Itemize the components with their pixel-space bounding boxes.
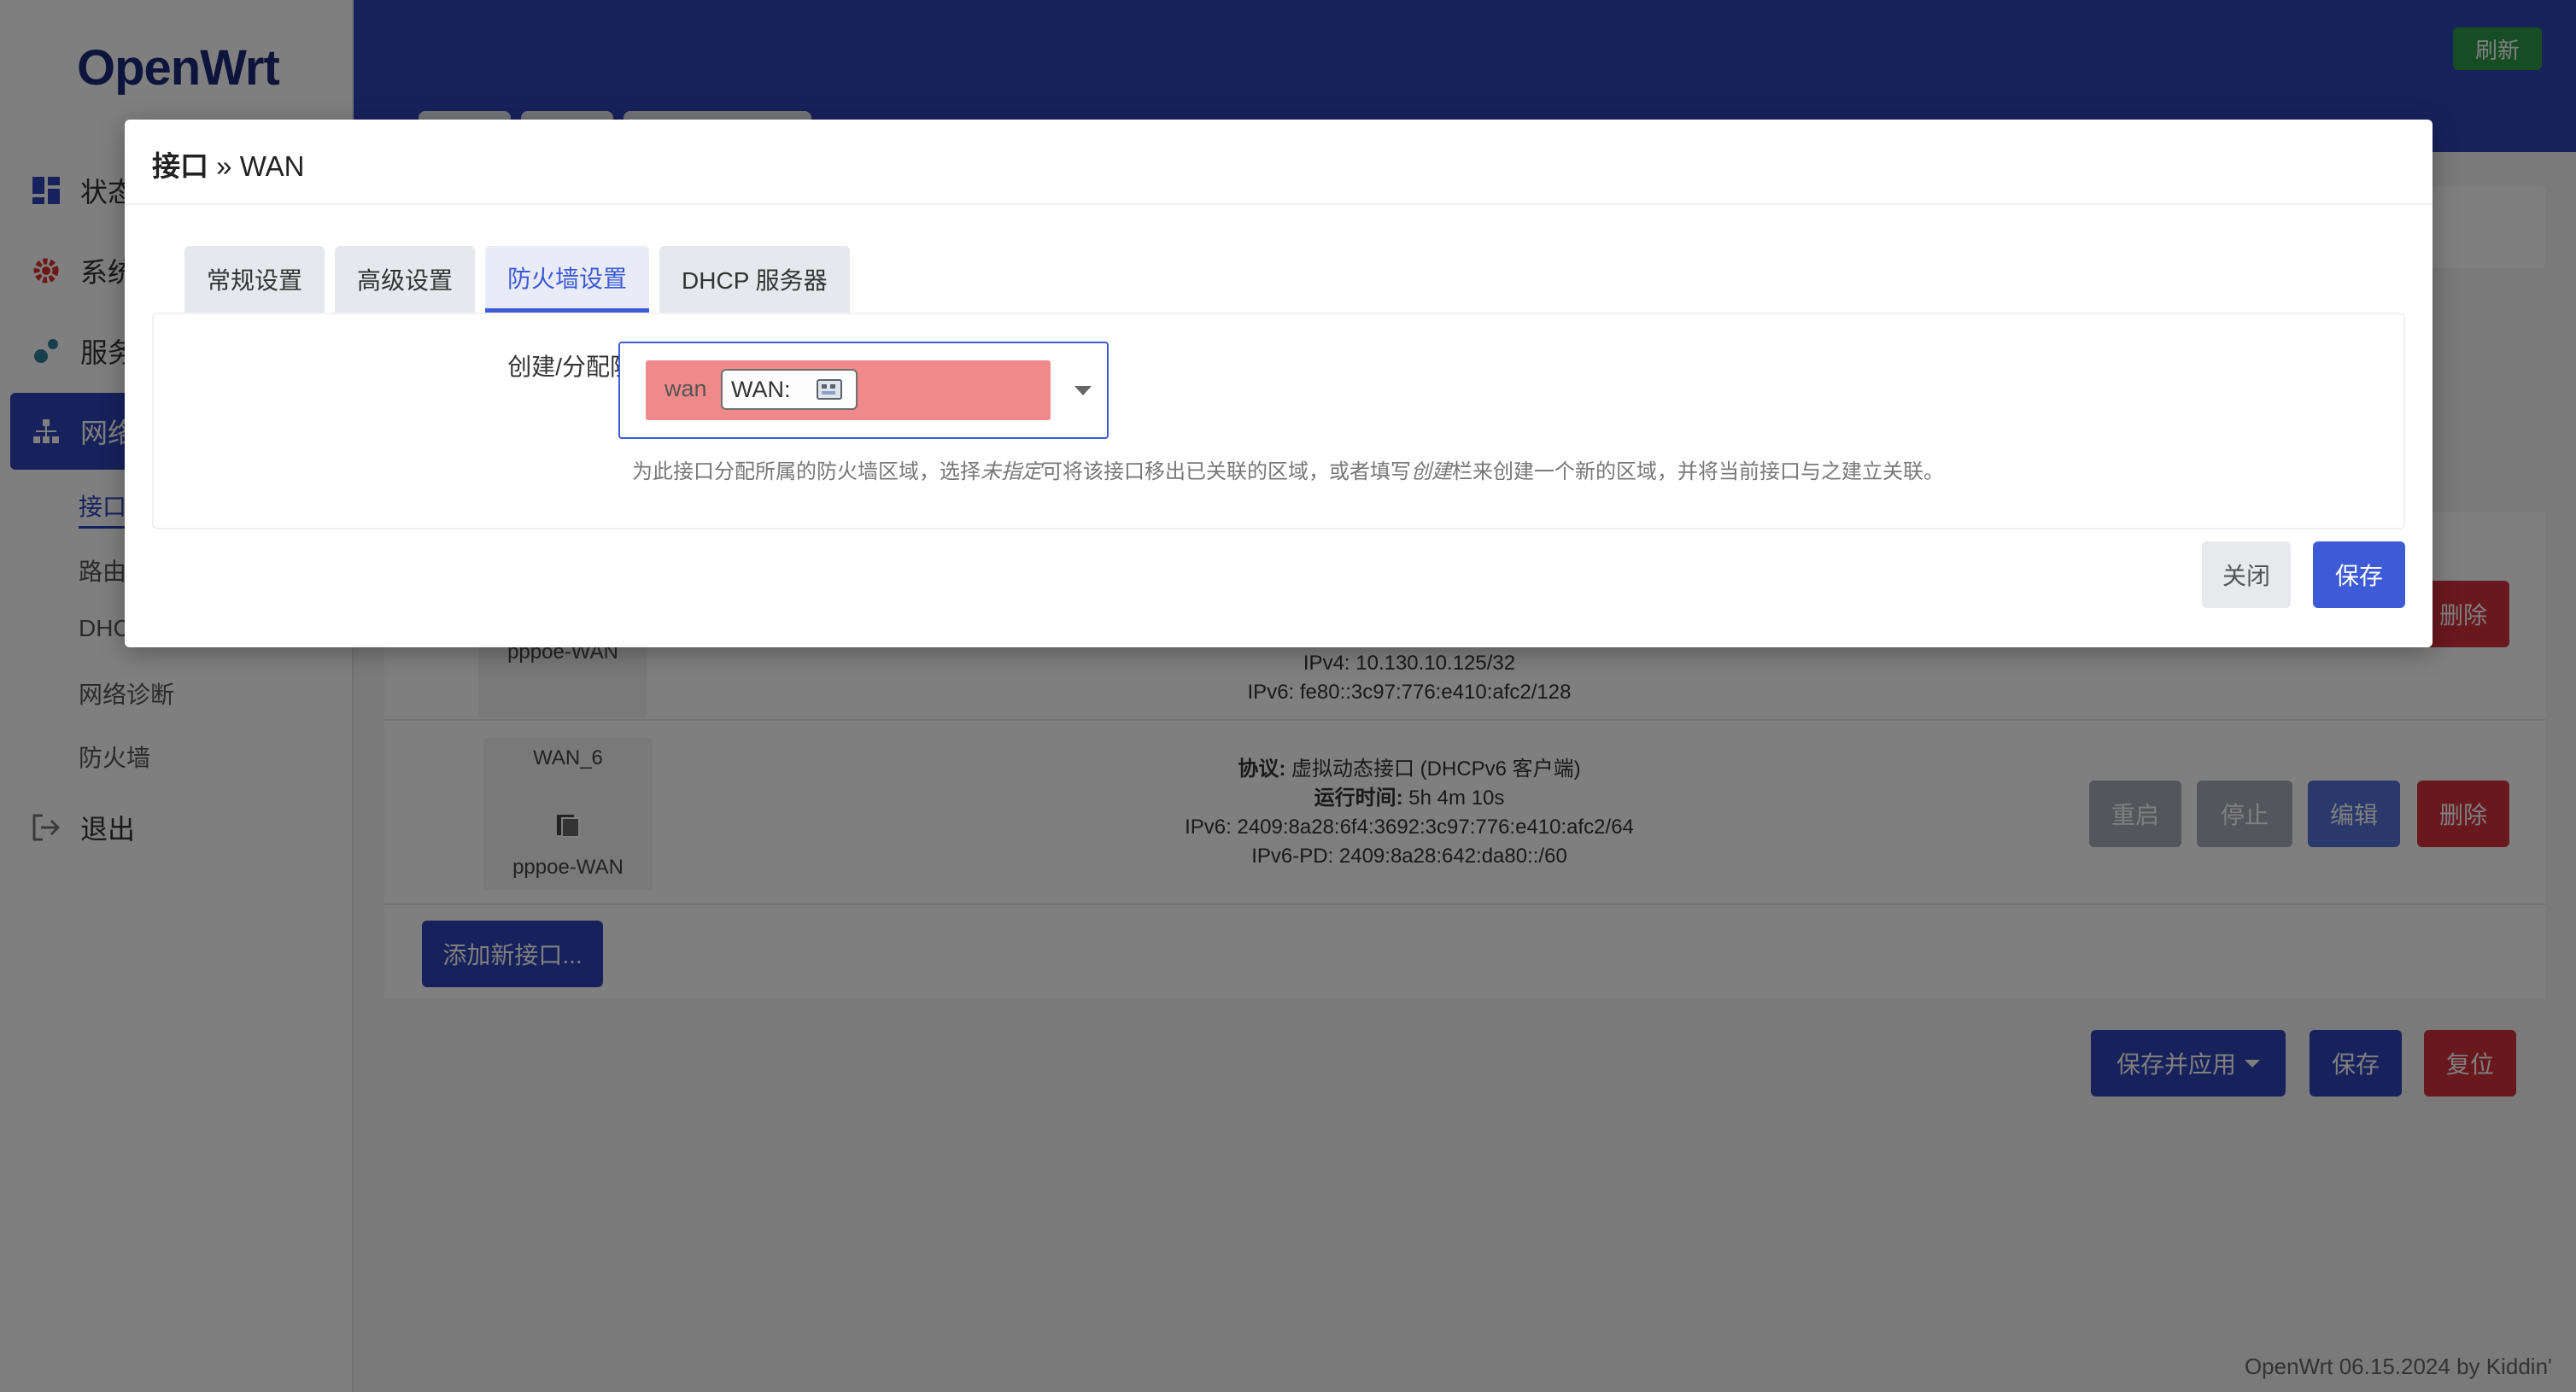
network-port-icon	[815, 377, 844, 403]
tab-advanced[interactable]: 高级设置	[335, 246, 476, 313]
firewall-zone-help: 为此接口分配所属的防火墙区域，选择未指定可将该接口移出已关联的区域，或者填写创建…	[632, 454, 1944, 484]
help-emphasis: 创建	[1411, 460, 1452, 483]
help-text: 为此接口分配所属的防火墙区域，选择	[632, 460, 981, 483]
modal-title-separator: »	[208, 150, 240, 182]
zone-name: wan	[664, 376, 707, 401]
divider	[125, 203, 2433, 205]
zone-chip[interactable]: wan WAN:	[646, 360, 1051, 420]
zone-badge: WAN:	[721, 369, 858, 410]
firewall-zone-select[interactable]: wan WAN:	[618, 342, 1109, 439]
firewall-settings-panel: 创建/分配防火墙区域 wan WAN: 为此接口分配所属的防火墙区域，选择未指定…	[152, 313, 2405, 529]
modal-title-prefix: 接口	[152, 150, 208, 182]
close-button[interactable]: 关闭	[2202, 541, 2291, 608]
interface-edit-modal: 接口 » WAN 常规设置 高级设置 防火墙设置 DHCP 服务器 创建/分配防…	[125, 120, 2433, 647]
modal-tabs: 常规设置 高级设置 防火墙设置 DHCP 服务器	[184, 246, 860, 313]
help-text: 可将该接口移出已关联的区域，或者填写	[1042, 460, 1411, 483]
tab-general[interactable]: 常规设置	[184, 246, 325, 313]
modal-title: 接口 » WAN	[152, 143, 304, 184]
help-text: 栏来创建一个新的区域，并将当前接口与之建立关联。	[1452, 460, 1944, 483]
chevron-down-icon[interactable]	[1074, 386, 1092, 395]
modal-title-name: WAN	[239, 150, 305, 182]
zone-badge-label: WAN:	[731, 377, 791, 402]
help-emphasis: 未指定	[981, 460, 1042, 483]
save-button[interactable]: 保存	[2313, 541, 2405, 608]
tab-dhcp-server[interactable]: DHCP 服务器	[659, 246, 850, 313]
tab-firewall[interactable]: 防火墙设置	[485, 246, 650, 313]
